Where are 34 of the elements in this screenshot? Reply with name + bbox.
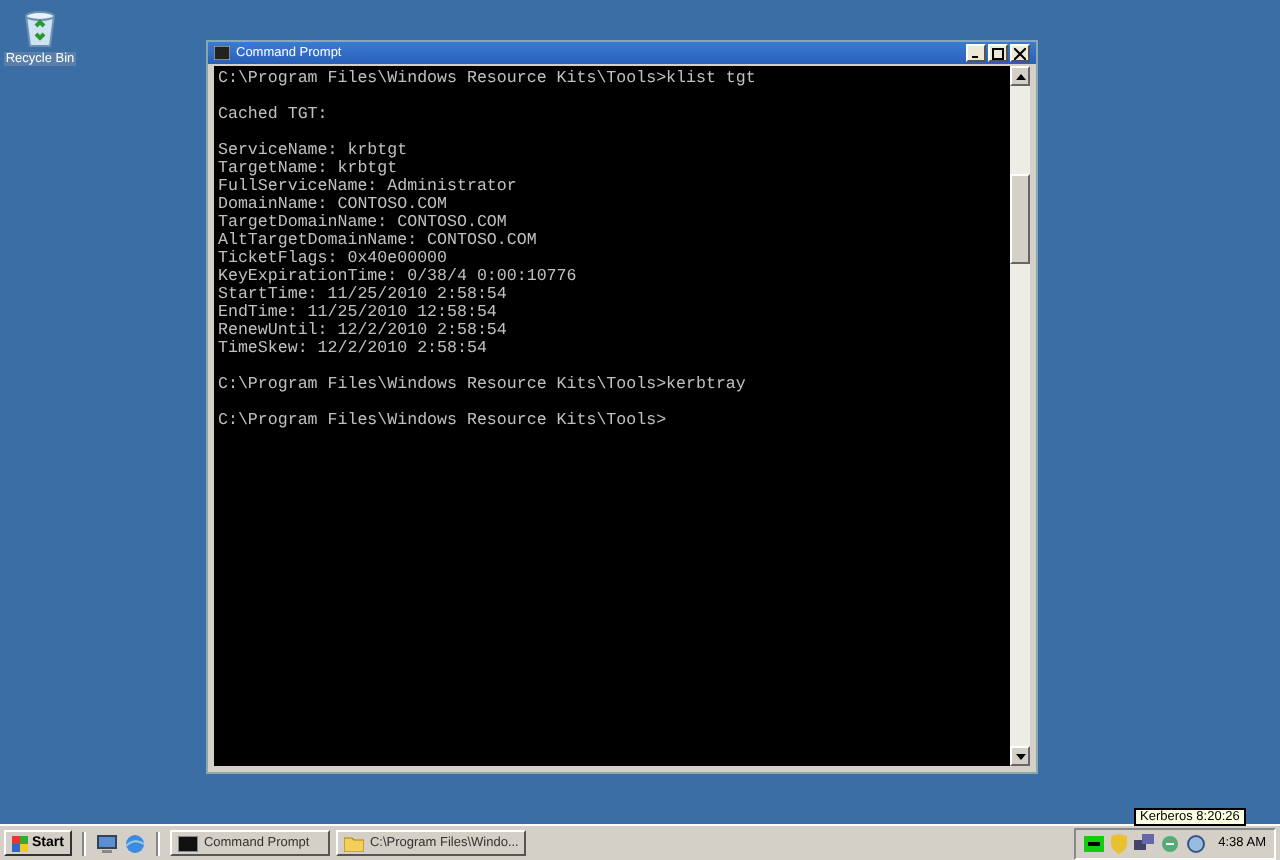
- down-arrow-icon: [1015, 753, 1025, 759]
- console-line: Cached TGT:: [218, 106, 330, 124]
- maximize-button[interactable]: [988, 44, 1008, 62]
- console-line: C:\Program Files\Windows Resource Kits\Tools>kerbtray: [218, 376, 748, 394]
- console-line: TimeSkew: 12/2/2010 2:58:54: [218, 340, 489, 358]
- console-icon: [177, 835, 198, 851]
- ticket-icon[interactable]: [1084, 835, 1105, 851]
- scroll-up-button[interactable]: [1010, 66, 1030, 86]
- console-line: AltTargetDomainName: CONTOSO.COM: [218, 232, 539, 250]
- close-icon: [1014, 47, 1026, 59]
- console-line: FullServiceName: Administrator: [218, 178, 519, 196]
- console-line: EndTime: 11/25/2010 12:58:54: [218, 304, 499, 322]
- console-line: ServiceName: krbtgt: [218, 142, 410, 160]
- console-line: DomainName: CONTOSO.COM: [218, 196, 450, 214]
- console-line: C:\Program Files\Windows Resource Kits\Tools>klist tgt: [218, 70, 758, 88]
- up-arrow-icon: [1015, 73, 1025, 79]
- console-line: KeyExpirationTime: 0/38/4 0:00:10776: [218, 268, 579, 286]
- folder-icon: [343, 835, 364, 851]
- console-line: TargetDomainName: CONTOSO.COM: [218, 214, 509, 232]
- windows-logo-icon: [12, 835, 28, 851]
- computer-icon[interactable]: [95, 833, 118, 853]
- network-icon[interactable]: [1134, 833, 1155, 853]
- scrollbar[interactable]: [1010, 66, 1030, 766]
- console-line: TargetName: krbtgt: [218, 160, 400, 178]
- console-line: StartTime: 11/25/2010 2:58:54: [218, 286, 509, 304]
- console-line: TicketFlags: 0x40e00000: [218, 250, 450, 268]
- scroll-thumb[interactable]: [1010, 174, 1030, 264]
- console-line: RenewUntil: 12/2/2010 2:58:54: [218, 322, 509, 340]
- console-icon: [214, 46, 230, 60]
- close-button[interactable]: [1010, 44, 1030, 62]
- minimize-button[interactable]: [966, 44, 986, 62]
- console-line: C:\Program Files\Windows Resource Kits\Tools>: [218, 412, 669, 430]
- maximize-icon: [992, 47, 1004, 59]
- scroll-down-button[interactable]: [1010, 746, 1030, 766]
